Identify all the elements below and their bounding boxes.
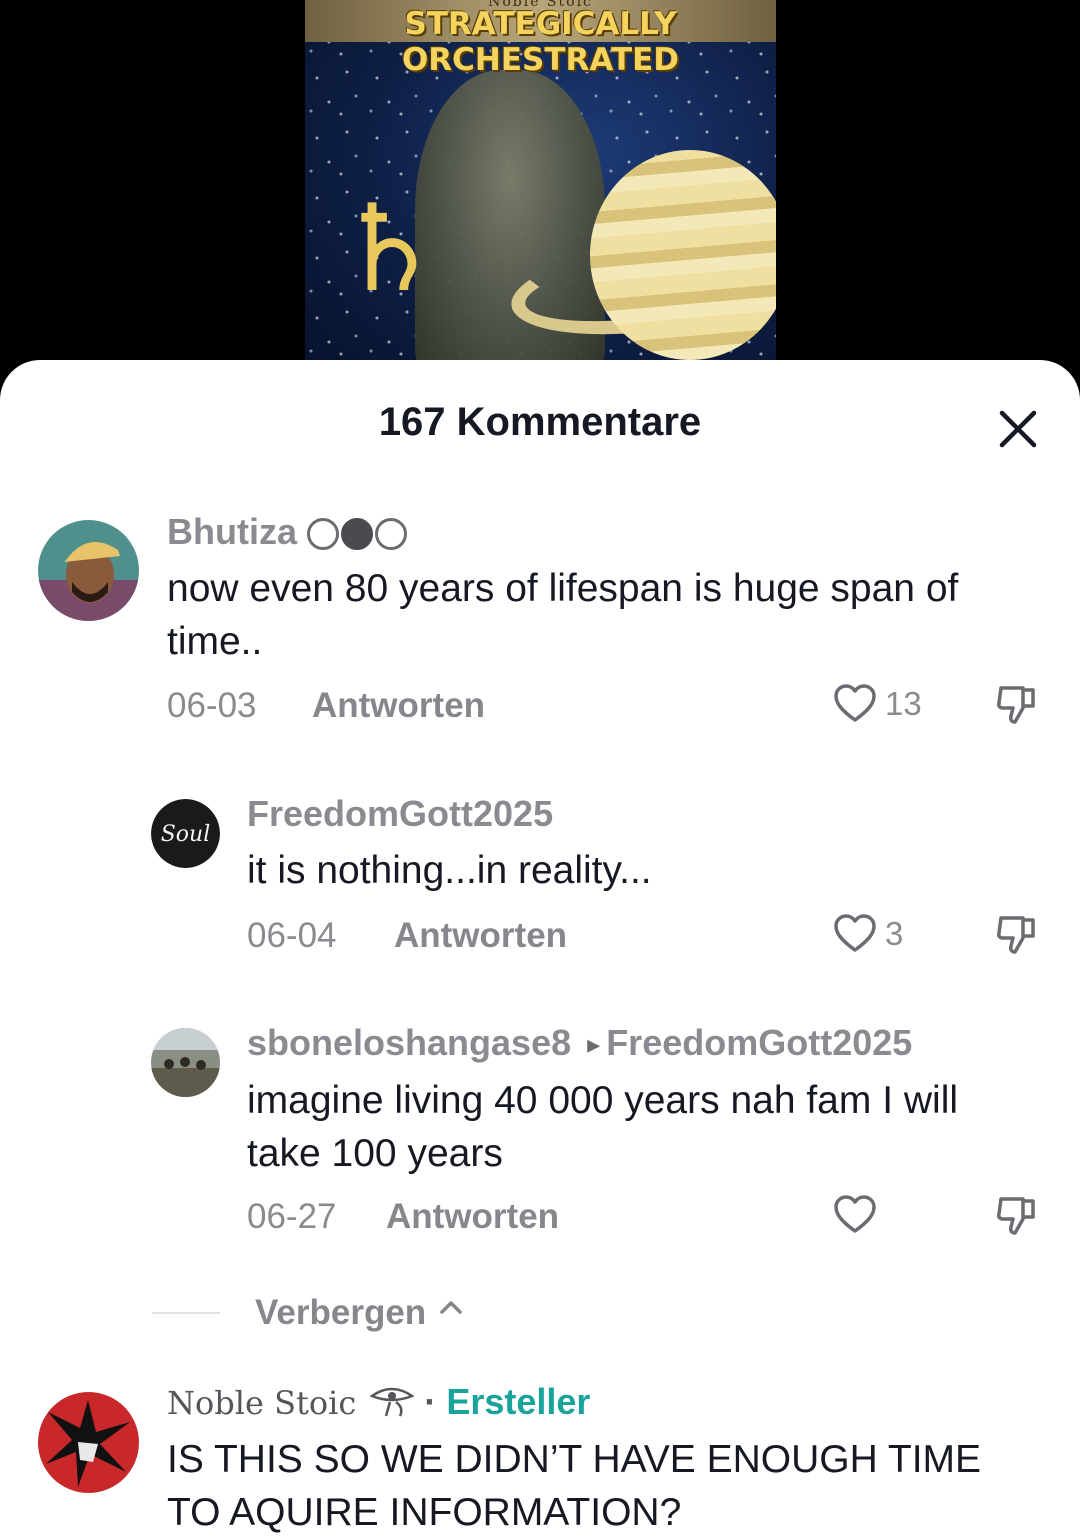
comment-date: 06-04 <box>247 916 337 955</box>
reply-button[interactable]: Antworten <box>394 916 567 956</box>
divider-line <box>152 1312 220 1314</box>
eye-of-horus-icon <box>369 1387 415 1417</box>
comment-body: sboneloshangase8 ▸ FreedomGott2025 imagin… <box>247 1021 1040 1180</box>
comment-username[interactable]: FreedomGott2025 <box>247 792 1040 836</box>
comment-text: now even 80 years of lifespan is huge sp… <box>167 567 959 663</box>
thumbnail-title-line2: ORCHESTRATED <box>401 42 680 78</box>
like-count: 3 <box>885 915 904 952</box>
hide-replies-row: Verbergen <box>0 1292 1080 1336</box>
username-text: Bhutiza <box>167 511 297 552</box>
close-button[interactable] <box>994 405 1042 453</box>
avatar-image <box>38 520 139 621</box>
avatar-image <box>38 1392 139 1493</box>
video-thumbnail: ♄ Noble Stoic STRATEGICALLY ORCHESTRATED <box>305 0 776 380</box>
heart-icon <box>834 1195 876 1233</box>
thumbs-down-icon <box>997 1197 1035 1235</box>
like-button[interactable]: 3 <box>831 910 903 958</box>
avatar-image: Soul <box>151 799 220 868</box>
chevron-up-icon <box>440 1301 462 1314</box>
hide-replies-button[interactable]: Verbergen <box>255 1292 466 1333</box>
comment-text: imagine living 40 000 years nah fam I wi… <box>247 1079 959 1175</box>
like-button[interactable]: 13 <box>831 680 922 728</box>
reply-button[interactable]: Antworten <box>312 686 485 726</box>
saturn-symbol: ♄ <box>335 180 443 319</box>
comments-sheet: 167 Kommentare Bhutiza now even 80 years… <box>0 360 1080 1537</box>
like-button[interactable] <box>831 1191 885 1239</box>
comment-body: FreedomGott2025 it is nothing...in reali… <box>247 792 1040 897</box>
comment-username[interactable]: Bhutiza <box>167 510 1040 554</box>
heart-icon <box>834 684 876 722</box>
heart-icon <box>834 914 876 952</box>
comment-text: IS THIS SO WE DIDN’T HAVE ENOUGH TIME TO… <box>167 1438 982 1534</box>
comments-count-title: 167 Kommentare <box>378 400 702 444</box>
comment-date: 06-03 <box>167 686 257 725</box>
username-text: Noble Stoic <box>167 1384 357 1422</box>
hide-replies-label: Verbergen <box>255 1293 427 1332</box>
thumbs-down-icon <box>997 686 1035 724</box>
avatar[interactable]: Soul <box>151 799 220 868</box>
comment-meta: 06-04 Antworten 3 <box>247 914 1047 956</box>
reply-arrow-icon: ▸ <box>587 1029 601 1059</box>
like-count: 13 <box>885 685 922 722</box>
avatar-text: Soul <box>161 822 211 847</box>
comment-text: it is nothing...in reality... <box>247 849 652 892</box>
statue-figure <box>415 70 605 380</box>
comment-meta: 06-03 Antworten 13 <box>167 684 1047 726</box>
dislike-button[interactable] <box>993 680 1041 728</box>
separator-dot: · <box>424 1381 437 1422</box>
comment-body: Bhutiza now even 80 years of lifespan is… <box>167 510 1040 668</box>
video-player[interactable]: ♄ Noble Stoic STRATEGICALLY ORCHESTRATED <box>0 0 1080 380</box>
close-icon <box>999 410 1037 448</box>
dislike-button[interactable] <box>993 910 1041 958</box>
reply-button[interactable]: Antworten <box>386 1197 559 1237</box>
dislike-button[interactable] <box>993 1191 1041 1239</box>
thumbs-down-icon <box>997 916 1035 954</box>
badge-dots-icon <box>307 518 407 551</box>
comment-body: Noble Stoic · Ersteller IS THIS SO WE DI… <box>167 1380 1040 1537</box>
comment-meta: 06-27 Antworten <box>247 1195 1047 1237</box>
comment-date: 06-27 <box>247 1197 337 1236</box>
comment-username[interactable]: Noble Stoic · Ersteller <box>167 1380 1040 1425</box>
reply-to-username[interactable]: FreedomGott2025 <box>606 1022 912 1063</box>
username-text: sboneloshangase8 <box>247 1022 572 1063</box>
saturn-planet <box>590 150 776 360</box>
avatar[interactable] <box>38 520 139 621</box>
creator-badge: Ersteller <box>446 1381 591 1422</box>
thumbnail-title-line1: STRATEGICALLY <box>404 6 677 42</box>
avatar[interactable] <box>38 1392 139 1493</box>
avatar-image <box>151 1028 220 1097</box>
comment-username[interactable]: sboneloshangase8 ▸ FreedomGott2025 <box>247 1021 1040 1066</box>
avatar[interactable] <box>151 1028 220 1097</box>
